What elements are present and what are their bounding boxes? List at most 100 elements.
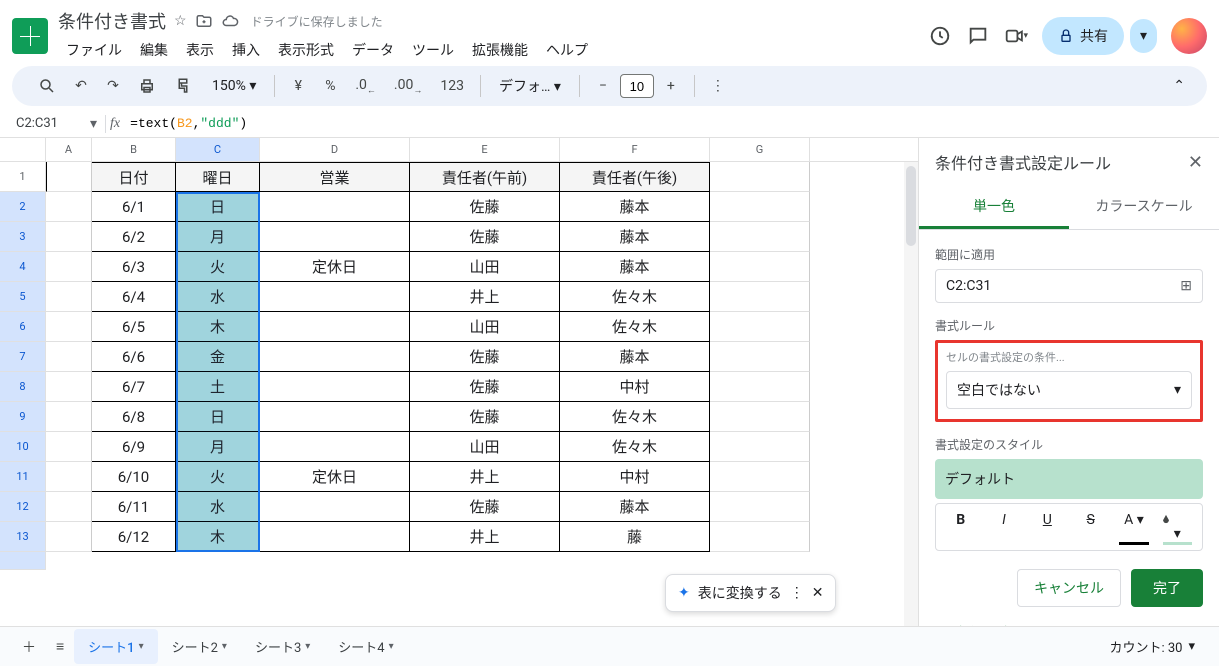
cell[interactable]: 藤本: [560, 222, 710, 252]
cell[interactable]: [260, 222, 410, 252]
cell[interactable]: 営業: [260, 162, 410, 192]
cell[interactable]: 藤: [560, 522, 710, 552]
cell[interactable]: 6/5: [92, 312, 176, 342]
cell[interactable]: [710, 222, 810, 252]
cell[interactable]: [260, 402, 410, 432]
cell[interactable]: 佐藤: [410, 222, 560, 252]
chevron-down-icon[interactable]: ▾: [389, 641, 394, 652]
font-size-decrease[interactable]: −: [590, 74, 616, 98]
increase-decimal-button[interactable]: .00→: [388, 73, 428, 100]
chevron-down-icon[interactable]: ▾: [222, 641, 227, 652]
cell[interactable]: 6/6: [92, 342, 176, 372]
col-header-E[interactable]: E: [410, 138, 560, 161]
search-icon[interactable]: [32, 73, 62, 99]
name-box-dropdown-icon[interactable]: ▾: [82, 116, 105, 132]
cell[interactable]: [260, 372, 410, 402]
cell[interactable]: [710, 402, 810, 432]
cell[interactable]: [710, 282, 810, 312]
zoom-dropdown[interactable]: 150% ▾: [204, 74, 264, 98]
collapse-toolbar-icon[interactable]: ⌃: [1163, 74, 1195, 98]
cell[interactable]: 藤本: [560, 342, 710, 372]
cell[interactable]: 佐々木: [560, 402, 710, 432]
cell[interactable]: 水: [176, 282, 260, 312]
cell[interactable]: [46, 342, 92, 372]
col-header-G[interactable]: G: [710, 138, 810, 161]
cell[interactable]: 6/3: [92, 252, 176, 282]
cancel-button[interactable]: キャンセル: [1017, 569, 1121, 607]
row-header[interactable]: 3: [0, 222, 46, 252]
cell[interactable]: [710, 312, 810, 342]
cell[interactable]: [46, 282, 92, 312]
row-header[interactable]: 6: [0, 312, 46, 342]
cell[interactable]: 木: [176, 312, 260, 342]
print-icon[interactable]: [132, 73, 162, 99]
menu-insert[interactable]: 挿入: [224, 36, 268, 64]
cell[interactable]: 山田: [410, 312, 560, 342]
row-header[interactable]: 4: [0, 252, 46, 282]
sheet-tab-2[interactable]: シート2▾: [158, 629, 241, 664]
cell[interactable]: 責任者(午前): [410, 162, 560, 192]
cell[interactable]: 日: [176, 192, 260, 222]
fx-icon[interactable]: fx: [110, 116, 120, 132]
cell[interactable]: [46, 522, 92, 552]
font-size-increase[interactable]: +: [658, 74, 684, 98]
cell[interactable]: 佐々木: [560, 312, 710, 342]
count-display[interactable]: カウント: 30▾: [1097, 631, 1207, 662]
select-all-corner[interactable]: [0, 138, 46, 161]
close-icon[interactable]: ✕: [1188, 152, 1203, 173]
more-toolbar-icon[interactable]: ⋮: [705, 74, 731, 98]
meet-icon[interactable]: ▾: [1004, 24, 1028, 48]
cell[interactable]: 井上: [410, 462, 560, 492]
cell[interactable]: 佐々木: [560, 282, 710, 312]
font-dropdown[interactable]: デフォ… ▾: [491, 72, 569, 100]
cell[interactable]: 佐藤: [410, 372, 560, 402]
sheet-tab-3[interactable]: シート3▾: [241, 629, 324, 664]
cell[interactable]: 中村: [560, 462, 710, 492]
cell[interactable]: 6/9: [92, 432, 176, 462]
currency-button[interactable]: ¥: [285, 74, 311, 98]
convert-to-table-pill[interactable]: ✦ 表に変換する ⋮ ✕: [665, 574, 836, 612]
add-sheet-button[interactable]: ＋: [12, 631, 46, 663]
cloud-icon[interactable]: [221, 12, 239, 30]
cell[interactable]: [260, 312, 410, 342]
cell[interactable]: [46, 222, 92, 252]
redo-icon[interactable]: ↷: [100, 74, 126, 98]
cell[interactable]: 佐藤: [410, 192, 560, 222]
cell[interactable]: 火: [176, 252, 260, 282]
cells-container[interactable]: 日付 曜日 営業 責任者(午前) 責任者(午後) 6/1日佐藤藤本6/2月佐藤藤…: [46, 162, 810, 622]
cell[interactable]: 佐々木: [560, 432, 710, 462]
cell[interactable]: 6/2: [92, 222, 176, 252]
cell[interactable]: 曜日: [176, 162, 260, 192]
row-header[interactable]: 5: [0, 282, 46, 312]
cell[interactable]: [260, 342, 410, 372]
cell[interactable]: 6/1: [92, 192, 176, 222]
cell[interactable]: 井上: [410, 282, 560, 312]
share-dropdown[interactable]: ▾: [1130, 19, 1157, 53]
chevron-down-icon[interactable]: ▾: [305, 641, 310, 652]
menu-tools[interactable]: ツール: [404, 36, 462, 64]
cell[interactable]: [46, 312, 92, 342]
cell[interactable]: 日付: [92, 162, 176, 192]
cell[interactable]: 月: [176, 432, 260, 462]
cell[interactable]: [46, 162, 92, 192]
style-preview[interactable]: デフォルト: [935, 459, 1203, 499]
italic-button[interactable]: I: [983, 508, 1024, 546]
menu-extensions[interactable]: 拡張機能: [464, 36, 536, 64]
cell[interactable]: [710, 192, 810, 222]
cell[interactable]: 6/8: [92, 402, 176, 432]
chevron-down-icon[interactable]: ▾: [139, 641, 144, 652]
bold-button[interactable]: B: [940, 508, 981, 546]
cell[interactable]: 責任者(午後): [560, 162, 710, 192]
col-header-B[interactable]: B: [92, 138, 176, 161]
cell[interactable]: [710, 522, 810, 552]
cell[interactable]: [46, 462, 92, 492]
cell[interactable]: [710, 342, 810, 372]
cell[interactable]: [710, 432, 810, 462]
menu-view[interactable]: 表示: [178, 36, 222, 64]
cell[interactable]: 木: [176, 522, 260, 552]
add-rule-button[interactable]: ＋ 条件を追加: [935, 623, 1203, 626]
cell[interactable]: [260, 282, 410, 312]
font-size-input[interactable]: [620, 74, 654, 98]
cell[interactable]: 月: [176, 222, 260, 252]
cell[interactable]: 6/11: [92, 492, 176, 522]
